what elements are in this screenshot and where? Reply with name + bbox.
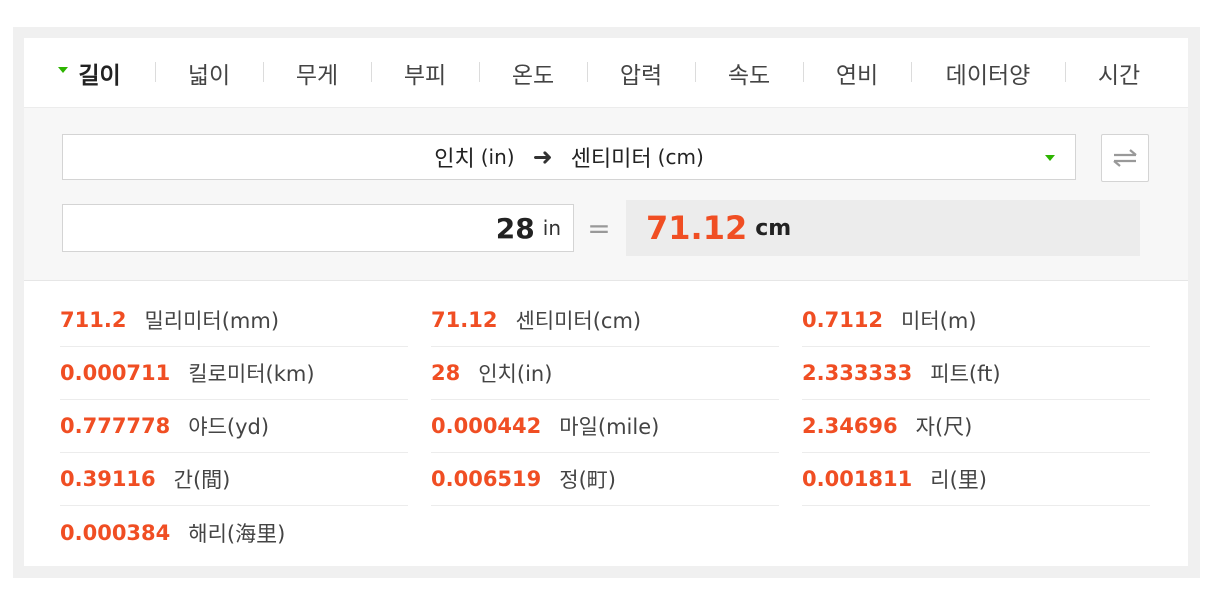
unit-converter-card: 길이 넓이 무게 부피 온도 압력 속도 연비 데이터양 시간 인치 (in) … (24, 38, 1188, 566)
tab-time[interactable]: 시간 (1065, 38, 1173, 107)
result-unit: cm (755, 215, 792, 241)
list-item: 0.000384 해리(海里) (60, 520, 286, 546)
equals-sign: = (587, 212, 611, 245)
list-item: 711.2 밀리미터(mm) (60, 294, 408, 347)
tab-fuel-efficiency[interactable]: 연비 (803, 38, 911, 107)
tab-speed[interactable]: 속도 (695, 38, 803, 107)
list-item: 2.333333 피트(ft) (802, 347, 1150, 400)
list-item: 0.000711 킬로미터(km) (60, 347, 408, 400)
list-item: 0.006519 정(町) (431, 453, 779, 506)
list-item: 2.34696 자(尺) (802, 400, 1150, 453)
list-item: 28 인치(in) (431, 347, 779, 400)
input-value-field[interactable]: 28 in (62, 204, 574, 252)
tab-length[interactable]: 길이 (24, 38, 155, 107)
unit-pair-select[interactable]: 인치 (in) ➜ 센티미터 (cm) (62, 134, 1076, 180)
tab-pressure[interactable]: 압력 (587, 38, 695, 107)
input-value[interactable]: 28 (496, 212, 535, 245)
list-item: 71.12 센티미터(cm) (431, 294, 779, 347)
unit-category-tabs: 길이 넓이 무게 부피 온도 압력 속도 연비 데이터양 시간 (24, 38, 1188, 108)
to-unit-name: 센티미터 (570, 147, 652, 172)
result-value: 71.12 (646, 209, 748, 247)
arrow-right-icon: ➜ (532, 143, 553, 171)
tab-weight[interactable]: 무게 (263, 38, 371, 107)
list-item: 0.001811 리(里) (802, 453, 1150, 506)
chevron-down-icon (1045, 155, 1055, 161)
input-unit: in (542, 216, 561, 240)
from-unit-name: 인치 (434, 147, 475, 172)
swap-icon (1113, 149, 1137, 167)
tab-area[interactable]: 넓이 (155, 38, 263, 107)
caret-down-icon (58, 66, 69, 73)
to-unit-abbr: (cm) (657, 145, 704, 169)
converter-panel: 인치 (in) ➜ 센티미터 (cm) 28 in = 71.12 cm (24, 108, 1188, 281)
result-display: 71.12 cm (626, 200, 1140, 256)
swap-units-button[interactable] (1101, 134, 1149, 182)
from-unit-abbr: (in) (480, 145, 515, 169)
tab-data-size[interactable]: 데이터양 (911, 38, 1065, 107)
list-item: 0.7112 미터(m) (802, 294, 1150, 347)
list-item: 0.39116 간(間) (60, 453, 408, 506)
list-item: 0.777778 야드(yd) (60, 400, 408, 453)
tab-volume[interactable]: 부피 (371, 38, 479, 107)
list-item: 0.000442 마일(mile) (431, 400, 779, 453)
tab-temperature[interactable]: 온도 (479, 38, 587, 107)
